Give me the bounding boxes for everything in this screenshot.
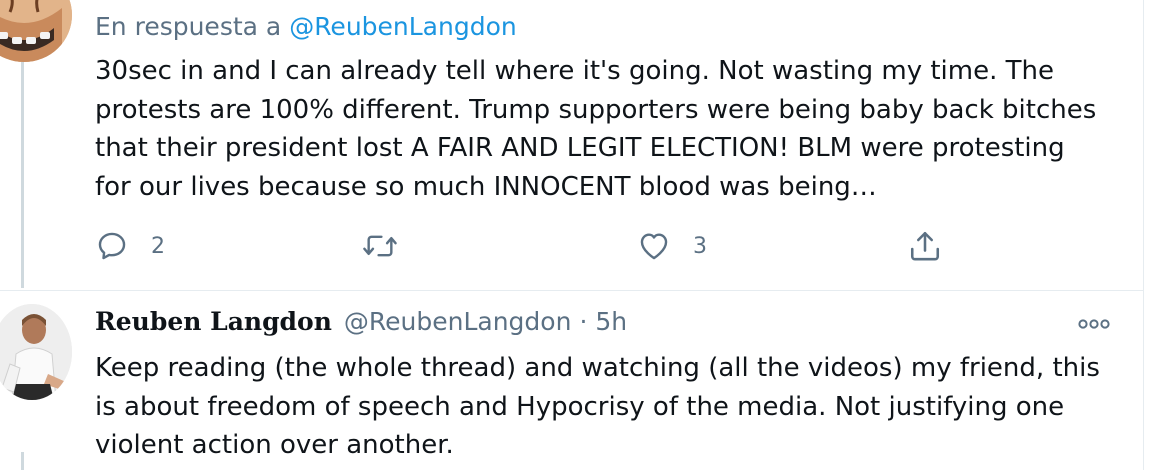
tweet-text: 30sec in and I can already tell where it… <box>95 52 1105 206</box>
tweet-timestamp[interactable]: 5h <box>595 307 627 336</box>
tweet-text: Keep reading (the whole thread) and watc… <box>95 349 1105 465</box>
reply-icon <box>98 232 126 260</box>
retweet-button[interactable] <box>361 226 399 266</box>
avatar-illustration <box>0 0 72 62</box>
more-icon <box>1078 319 1110 329</box>
tweet-text-line: violent action over another. <box>95 430 454 460</box>
tweet-divider <box>0 290 1143 291</box>
thread-connector <box>21 62 24 288</box>
share-icon <box>910 231 940 261</box>
retweet-icon <box>363 235 397 257</box>
thread-connector <box>21 452 24 470</box>
tweet-text-line: 30sec in and I can already tell where it… <box>95 56 1054 86</box>
timeline-border <box>1143 0 1144 470</box>
tweet-text-line: that their president lost A FAIR AND LEG… <box>95 133 1065 163</box>
tweet-text-line: for our lives because so much INNOCENT b… <box>95 171 877 202</box>
more-options-button[interactable] <box>1074 310 1114 338</box>
tweet-text-line: is about freedom of speech and Hypocrisy… <box>95 391 1065 422</box>
author-name[interactable]: Reuben Langdon <box>95 307 332 336</box>
timeline: En respuesta a @ReubenLangdon 30sec in a… <box>0 0 1151 470</box>
reply-count: 2 <box>151 233 165 259</box>
reply-prefix: En respuesta a <box>95 12 282 41</box>
header-separator: · <box>579 307 588 336</box>
like-button[interactable]: 3 <box>637 226 707 266</box>
like-count: 3 <box>693 233 707 259</box>
user-avatar[interactable] <box>0 0 72 62</box>
tweet-text-line: protests are 100% different. Trump suppo… <box>95 94 1097 125</box>
avatar-photo <box>0 304 72 400</box>
user-avatar[interactable] <box>0 304 72 400</box>
tweet-text-line: Keep reading (the whole thread) and watc… <box>95 353 1100 383</box>
author-handle[interactable]: @ReubenLangdon <box>344 307 572 336</box>
reply-context: En respuesta a @ReubenLangdon <box>95 10 517 44</box>
reply-mention-link[interactable]: @ReubenLangdon <box>289 12 517 41</box>
share-button[interactable] <box>907 226 943 266</box>
heart-icon <box>640 233 668 260</box>
reply-button[interactable]: 2 <box>95 226 165 266</box>
tweet-header: Reuben Langdon @ReubenLangdon · 5h <box>95 307 627 343</box>
